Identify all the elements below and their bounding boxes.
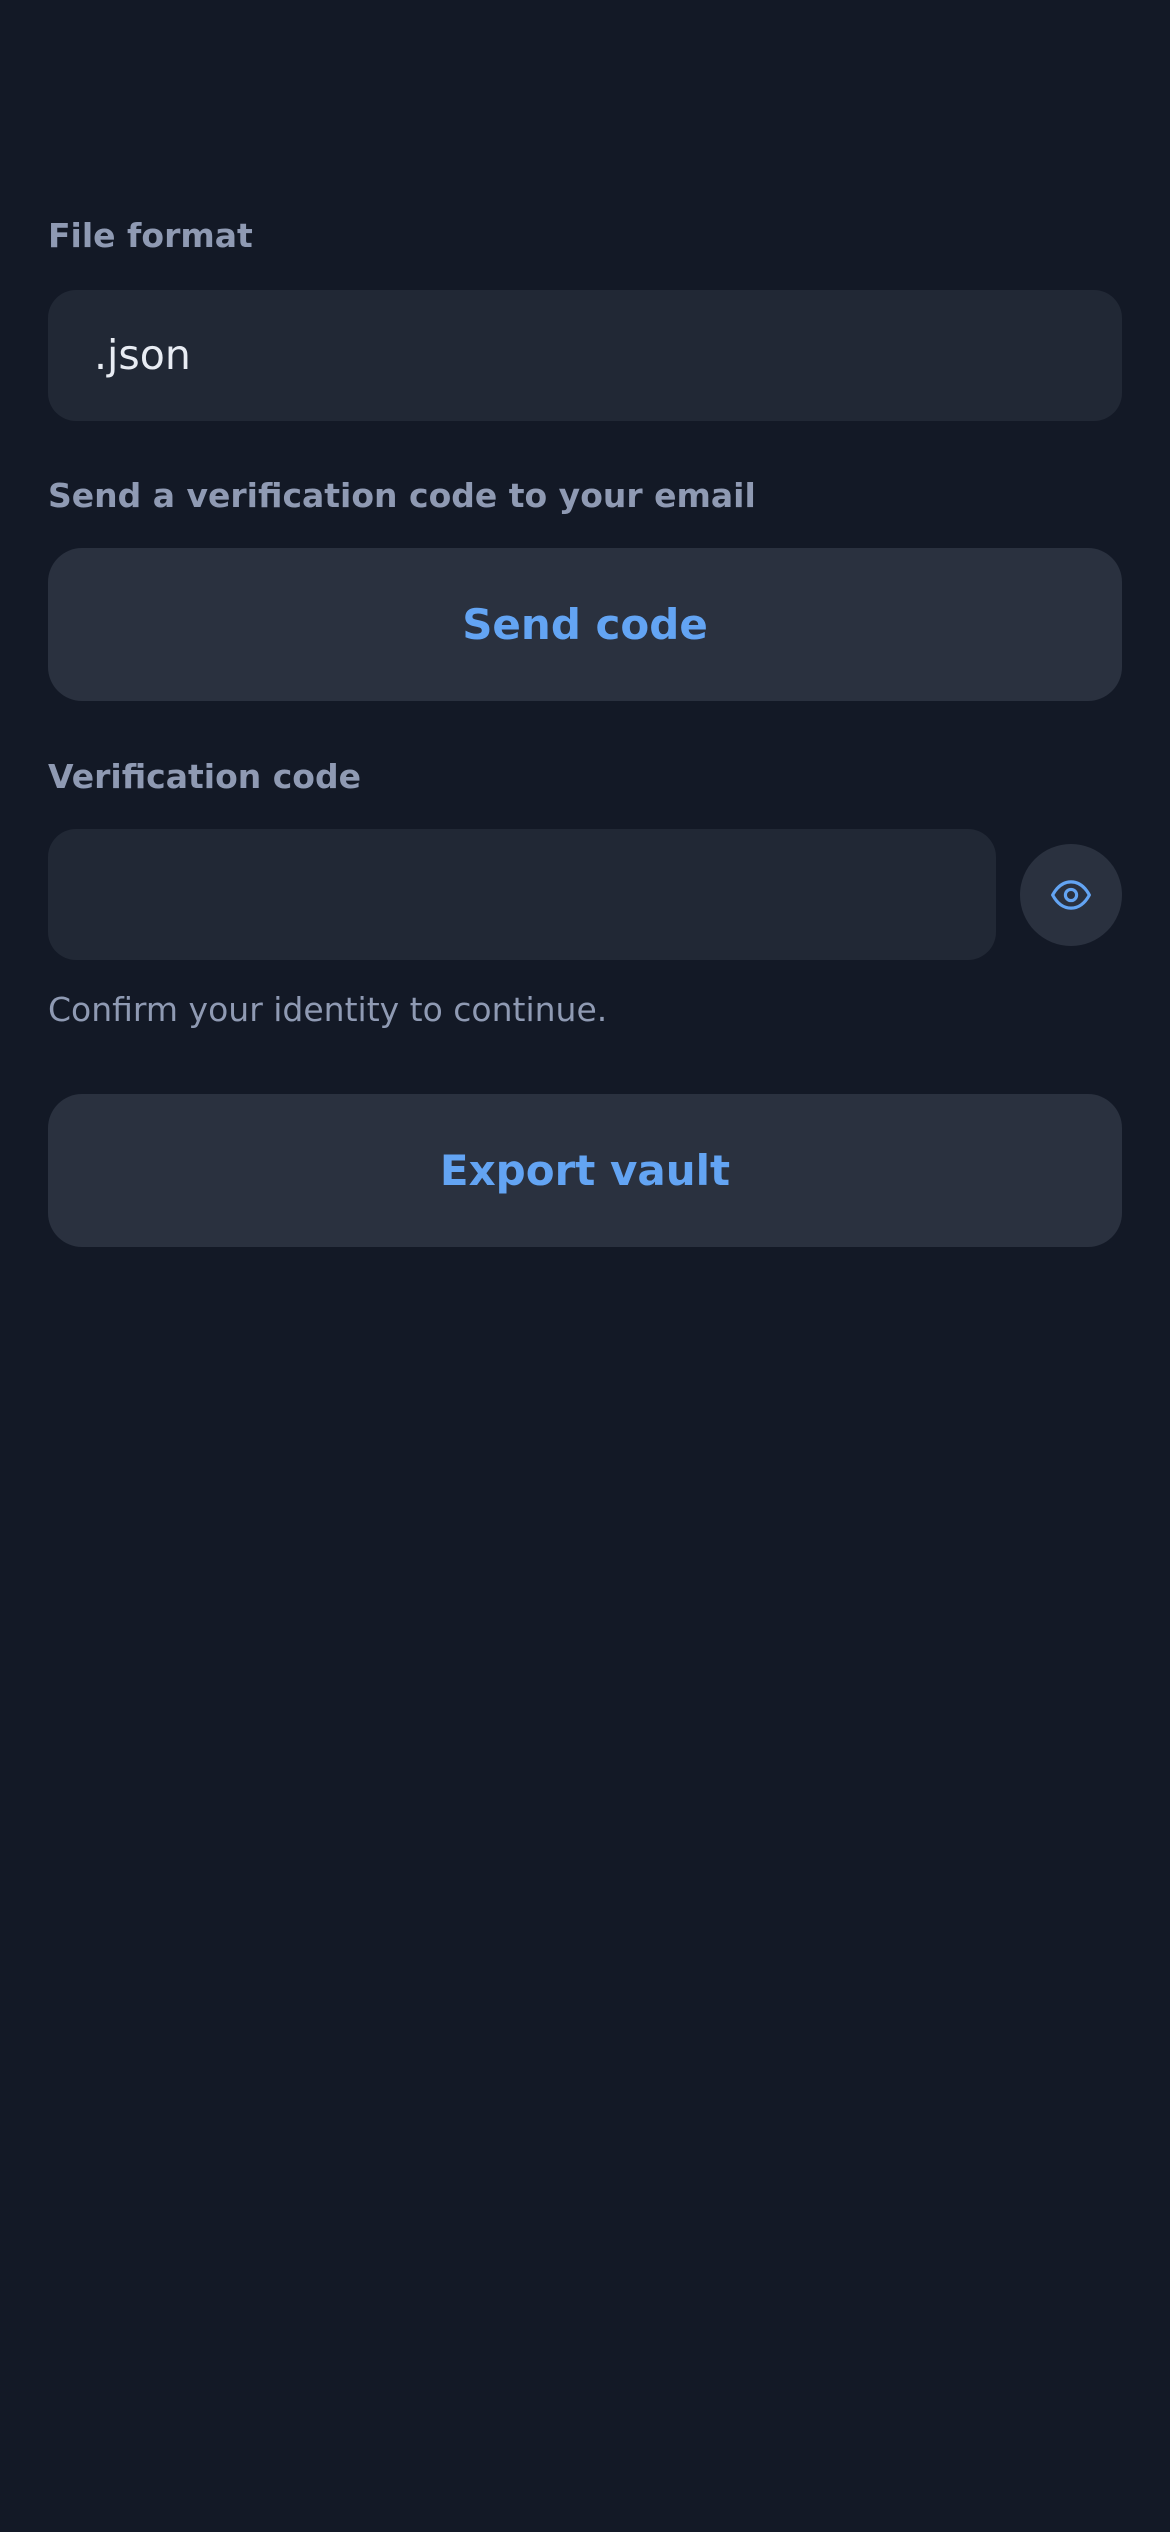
file-format-value: .json [94, 331, 191, 379]
send-code-button[interactable]: Send code [48, 548, 1122, 701]
verification-code-label: Verification code [48, 757, 361, 796]
send-code-label: Send a verification code to your email [48, 476, 756, 515]
verification-code-input[interactable] [48, 829, 996, 960]
file-format-label: File format [48, 216, 253, 255]
eye-icon [1051, 880, 1091, 910]
show-code-toggle-button[interactable] [1020, 844, 1122, 946]
export-vault-button[interactable]: Export vault [48, 1094, 1122, 1247]
file-format-select[interactable]: .json [48, 290, 1122, 421]
export-vault-screen: File format .json Send a verification co… [0, 0, 1170, 2532]
helper-text: Confirm your identity to continue. [48, 990, 608, 1029]
